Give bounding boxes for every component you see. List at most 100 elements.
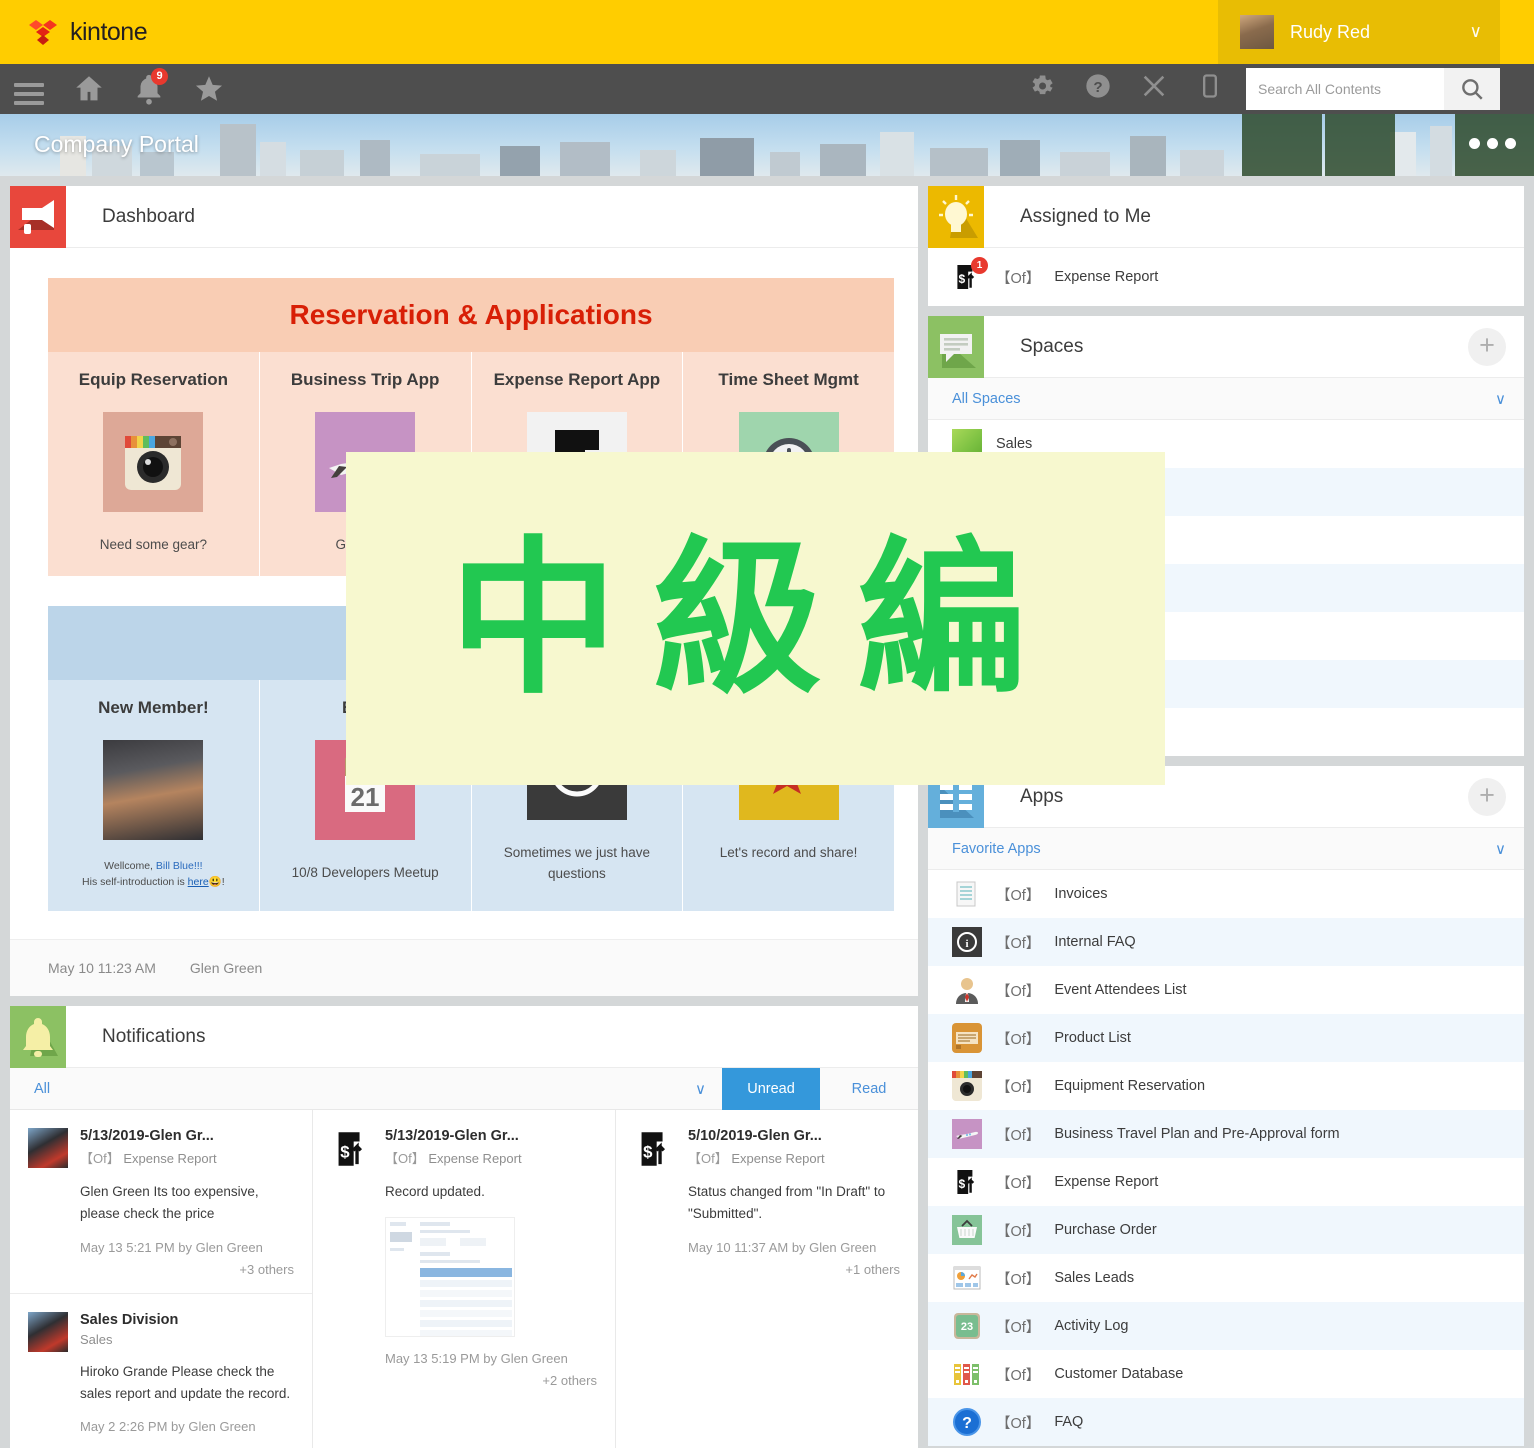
intro-suffix: 😃! [209,876,225,888]
add-app-button[interactable]: + [1468,778,1506,816]
mobile-icon[interactable] [1196,72,1230,106]
tools-icon[interactable] [1140,72,1174,106]
notification-others: +2 others [385,1373,597,1388]
notification-title: 5/13/2019-Glen Gr... [385,1128,597,1144]
apps-panel: Apps + Favorite Apps ∨ 【Of】 Invoices [928,766,1524,1446]
app-item-sales-leads[interactable]: 【Of】 Sales Leads [928,1254,1524,1302]
record-thumbnail[interactable] [385,1217,515,1337]
notification-app: 【Of】 Expense Report [80,1148,294,1167]
gear-icon[interactable] [1028,72,1062,106]
app-item-business-travel[interactable]: 【Of】 Business Travel Plan and Pre-Approv… [928,1110,1524,1158]
user-menu[interactable]: Rudy Red ∨ [1218,0,1500,64]
spaces-header: Spaces + [928,316,1524,378]
spaces-subheader[interactable]: All Spaces ∨ [928,378,1524,420]
app-item-customer-database[interactable]: 【Of】 Customer Database [928,1350,1524,1398]
filter-unread[interactable]: Unread [722,1068,820,1110]
app-prefix: 【Of】 [996,1268,1040,1289]
search-input-wrap[interactable] [1246,68,1444,110]
app-prefix: 【Of】 [996,1412,1040,1433]
app-label: Business Travel Plan and Pre-Approval fo… [1054,1126,1339,1142]
person-icon [952,975,982,1005]
home-icon[interactable] [72,72,106,106]
search-input[interactable] [1258,81,1432,97]
app-prefix: 【Of】 [688,1151,728,1166]
svg-text:?: ? [1093,79,1102,96]
camera-icon [103,412,203,512]
add-space-button[interactable]: + [1468,328,1506,366]
notification-item[interactable]: $ 5/13/2019-Glen Gr... 【Of】 Expense Repo… [313,1110,615,1404]
info-circle-icon: i [952,927,982,957]
brand-logo[interactable]: kintone [28,18,147,47]
notification-time: May 2 2:26 PM by Glen Green [80,1419,294,1434]
notification-app: Sales [80,1332,294,1347]
card-new-member[interactable]: New Member! Wellcome, Bill Blue!!! His s… [48,680,260,912]
card-caption: Let's record and share! [693,842,884,864]
assigned-panel: Assigned to Me $ 1 【Of】 Expense Report [928,186,1524,306]
notifications-filter-bar: All ∨ Unread Read [10,1068,918,1110]
app-item-activity-log[interactable]: 23 【Of】 Activity Log [928,1302,1524,1350]
camera-icon [952,1071,982,1101]
notification-column: $ 5/13/2019-Glen Gr... 【Of】 Expense Repo… [313,1110,616,1448]
svg-text:$: $ [340,1143,350,1162]
app-prefix: 【Of】 [996,1124,1040,1145]
menu-icon[interactable] [12,72,46,106]
notification-item[interactable]: Sales Division Sales Hiroko Grande Pleas… [10,1294,312,1448]
bell-icon[interactable]: 9 [132,72,166,106]
user-avatar [28,1312,68,1352]
app-label: FAQ [1054,1414,1083,1430]
app-item-event-attendees[interactable]: 【Of】 Event Attendees List [928,966,1524,1014]
card-equip-reservation[interactable]: Equip Reservation [48,352,260,576]
filter-all[interactable]: All [34,1081,50,1097]
app-item-product-list[interactable]: 【Of】 Product List [928,1014,1524,1062]
spaces-subheader-label: All Spaces [952,391,1021,407]
calendar-23-icon: 23 [952,1311,982,1341]
notifications-title: Notifications [102,1026,206,1048]
apps-subheader[interactable]: Favorite Apps ∨ [928,828,1524,870]
primary-column: Dashboard Reservation & Applications Equ… [10,186,918,1448]
search-button[interactable] [1444,68,1500,110]
app-item-faq[interactable]: ? 【Of】 FAQ [928,1398,1524,1446]
intro-link[interactable]: here [188,876,209,888]
basket-icon [952,1215,982,1245]
box-icon [952,1023,982,1053]
app-prefix: 【Of】 [996,980,1040,1001]
app-item-equipment-reservation[interactable]: 【Of】 Equipment Reservation [928,1062,1524,1110]
notifications-panel: Notifications All ∨ Unread Read 5/13/201 [10,1006,918,1448]
assigned-item-label: Expense Report [1054,269,1158,285]
expense-report-icon: $ [952,1167,982,1197]
chevron-down-icon[interactable]: ∨ [679,1080,722,1098]
app-item-expense-report[interactable]: $ 【Of】 Expense Report [928,1158,1524,1206]
notification-item[interactable]: $ 5/10/2019-Glen Gr... 【Of】 Expense Repo… [616,1110,918,1293]
app-prefix: 【Of】 [996,1364,1040,1385]
app-name: Expense Report [428,1151,521,1166]
help-icon[interactable]: ? [1084,72,1118,106]
assigned-item[interactable]: $ 1 【Of】 Expense Report [928,248,1524,306]
notifications-header: Notifications [10,1006,918,1068]
assigned-count-badge: 1 [971,257,988,274]
person-photo [103,740,203,840]
notification-column: 5/13/2019-Glen Gr... 【Of】 Expense Report… [10,1110,313,1448]
filter-read[interactable]: Read [820,1068,918,1110]
app-item-internal-faq[interactable]: i 【Of】 Internal FAQ [928,918,1524,966]
portal-banner: Company Portal [0,114,1534,176]
notification-time: May 10 11:37 AM by Glen Green [688,1240,900,1255]
app-item-invoices[interactable]: 【Of】 Invoices [928,870,1524,918]
nav-bar: 9 ? [0,64,1534,114]
notification-app: 【Of】 Expense Report [688,1148,900,1167]
app-label: Equipment Reservation [1054,1078,1205,1094]
app-item-purchase-order[interactable]: 【Of】 Purchase Order [928,1206,1524,1254]
notification-others: +3 others [80,1262,294,1277]
chevron-down-icon: ∨ [1470,22,1482,42]
banner-menu-icon[interactable] [1469,138,1516,149]
chevron-down-icon: ∨ [1495,840,1506,858]
notification-app: 【Of】 Expense Report [385,1148,597,1167]
app-label: Product List [1054,1030,1131,1046]
star-icon[interactable] [192,72,226,106]
svg-text:23: 23 [961,1321,973,1333]
notification-badge: 9 [151,68,168,85]
notification-text: Record updated. [385,1181,597,1203]
app-label: Activity Log [1054,1318,1128,1334]
bell-panel-icon [10,1006,66,1068]
airplane-icon [952,1119,982,1149]
notification-item[interactable]: 5/13/2019-Glen Gr... 【Of】 Expense Report… [10,1110,312,1294]
